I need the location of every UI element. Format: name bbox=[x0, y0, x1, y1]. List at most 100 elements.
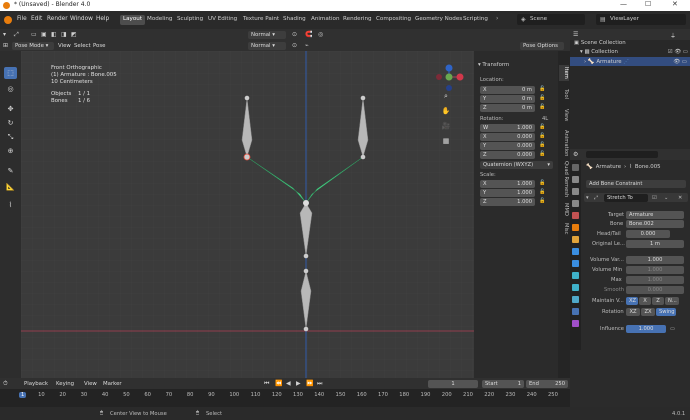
pose-options-dropdown[interactable]: Pose Options ▾ bbox=[520, 41, 564, 57]
maintain-xz-option[interactable]: XZ bbox=[626, 297, 638, 305]
tab-animation-side[interactable]: Animation bbox=[559, 128, 569, 158]
rotation-lock-4l[interactable]: 4L bbox=[542, 116, 548, 122]
object-props-icon[interactable] bbox=[572, 224, 579, 231]
menu-window[interactable]: Window bbox=[70, 16, 93, 22]
properties-search[interactable] bbox=[586, 151, 658, 158]
pivot-icon[interactable]: ⊙ bbox=[292, 31, 297, 38]
location-y-field[interactable]: Y 0 m bbox=[480, 95, 535, 103]
select-intersect-icon[interactable]: ◩ bbox=[71, 31, 77, 38]
pan-hand-icon[interactable]: ✋ bbox=[441, 106, 451, 116]
tab-shading[interactable]: Shading bbox=[280, 15, 309, 25]
tab-quad-remesh[interactable]: Quad Remesh bbox=[559, 159, 569, 199]
scale-y-field[interactable]: Y 1.000 bbox=[480, 189, 535, 197]
add-bone-constraint-button[interactable]: Add Bone Constraint bbox=[586, 180, 686, 188]
workspace-scroll-icon[interactable]: › bbox=[496, 15, 498, 22]
physics-props-icon[interactable] bbox=[572, 260, 579, 267]
viewlayer-selector[interactable]: ▤ ViewLayer bbox=[596, 14, 686, 25]
menu-view-left[interactable]: View bbox=[58, 43, 71, 49]
influence-disable-button[interactable]: ▭ bbox=[670, 326, 675, 332]
orientation-dropdown-2[interactable]: Normal ▾ bbox=[248, 41, 286, 50]
scale-tool-icon[interactable]: ⤡ bbox=[4, 131, 17, 143]
collapse-constraint-icon[interactable]: ▾ bbox=[586, 195, 589, 201]
scene-selector[interactable]: ◈ Scene bbox=[517, 14, 585, 25]
pivot-icon-2[interactable]: ⊙ bbox=[292, 42, 297, 49]
measure-tool-icon[interactable]: 📐 bbox=[4, 181, 17, 193]
scene-collection-row[interactable]: ▣ Scene Collection bbox=[574, 40, 626, 46]
tab-uv-editing[interactable]: UV Editing bbox=[205, 15, 240, 25]
timeline-editor-icon[interactable]: ⏱ bbox=[3, 380, 8, 388]
tab-layout[interactable]: Layout bbox=[120, 15, 146, 25]
jump-end-icon[interactable]: ⏭ bbox=[317, 380, 322, 388]
pose-tool-icon[interactable]: ⌇ bbox=[4, 199, 17, 211]
scene-props-icon[interactable] bbox=[572, 212, 579, 219]
constraint-name-field[interactable]: Stretch To bbox=[604, 193, 648, 202]
next-key-icon[interactable]: ⏩ bbox=[306, 380, 313, 387]
proportional-icon[interactable]: ◎ bbox=[318, 31, 323, 38]
tab-view[interactable]: View bbox=[559, 107, 569, 123]
lock-rot-w-icon[interactable]: 🔓 bbox=[539, 124, 545, 130]
target-field[interactable]: Armature bbox=[626, 211, 684, 219]
rotation-xz-option[interactable]: XZ bbox=[626, 308, 640, 316]
minimize-button[interactable]: — bbox=[620, 0, 627, 8]
lock-rot-x-icon[interactable]: 🔓 bbox=[539, 133, 545, 139]
constraints-props-icon[interactable] bbox=[572, 272, 579, 279]
tab-animation[interactable]: Animation bbox=[308, 15, 343, 25]
max-field[interactable]: 1.000 bbox=[626, 276, 684, 284]
smooth-field[interactable]: 0.000 bbox=[626, 286, 684, 294]
play-icon[interactable]: ▶ bbox=[296, 380, 301, 387]
lock-loc-z-icon[interactable]: 🔓 bbox=[539, 104, 545, 110]
menu-file[interactable]: File bbox=[17, 16, 27, 22]
bone-constraint-props-icon[interactable] bbox=[572, 308, 579, 315]
menu-edit[interactable]: Edit bbox=[31, 16, 42, 22]
editor-type-icon[interactable]: ▾ bbox=[3, 31, 6, 38]
transform-tool-icon[interactable]: ⊕ bbox=[4, 145, 17, 157]
rotation-swing-option[interactable]: Swing bbox=[656, 308, 676, 316]
snap-icon-2[interactable]: ⌁ bbox=[305, 42, 309, 49]
maximize-button[interactable]: ☐ bbox=[645, 0, 651, 8]
cursor-tool-icon[interactable]: ◎ bbox=[4, 83, 17, 95]
rotation-z-field[interactable]: Z 0.000 bbox=[480, 151, 535, 159]
blender-menu-icon[interactable] bbox=[4, 16, 12, 24]
tab-scripting[interactable]: Scripting bbox=[460, 15, 491, 25]
close-button[interactable]: ✕ bbox=[672, 0, 678, 8]
render-props-icon[interactable] bbox=[572, 176, 579, 183]
tool-props-icon[interactable] bbox=[572, 164, 579, 171]
rotate-tool-icon[interactable]: ↻ bbox=[4, 117, 17, 129]
select-extend-icon[interactable]: ▣ bbox=[41, 31, 47, 38]
menu-select-left[interactable]: Select bbox=[74, 43, 91, 49]
maintain-none-option[interactable]: N... bbox=[665, 297, 679, 305]
outliner-editor-icon[interactable]: ☰ bbox=[573, 31, 578, 38]
collection-row[interactable]: ▾ ▦ Collection ☑ 👁 ▭ bbox=[580, 49, 688, 55]
bone-field[interactable]: Bone.002 bbox=[626, 220, 684, 228]
tab-modeling[interactable]: Modeling bbox=[144, 15, 175, 25]
constraint-remove-icon[interactable]: ✕ bbox=[678, 195, 682, 201]
rotation-w-field[interactable]: W 1.000 bbox=[480, 124, 535, 132]
prev-key-icon[interactable]: ⏪ bbox=[275, 380, 282, 387]
constraint-enable-icon[interactable]: ☑ bbox=[652, 195, 657, 201]
maintain-z-option[interactable]: Z bbox=[652, 297, 664, 305]
lock-scale-y-icon[interactable]: 🔓 bbox=[539, 189, 545, 195]
select-tool-icon[interactable]: ⬚ bbox=[4, 67, 17, 79]
rotation-zx-option[interactable]: ZX bbox=[641, 308, 655, 316]
tab-rendering[interactable]: Rendering bbox=[340, 15, 375, 25]
orientation-dropdown[interactable]: Normal ▾ bbox=[248, 30, 286, 39]
location-x-field[interactable]: X 0 m bbox=[480, 86, 535, 94]
location-z-field[interactable]: Z 0 m bbox=[480, 104, 535, 112]
rotation-y-field[interactable]: Y 0.000 bbox=[480, 142, 535, 150]
particles-props-icon[interactable] bbox=[572, 248, 579, 255]
jump-start-icon[interactable]: ⏮ bbox=[264, 380, 269, 388]
menu-keying[interactable]: Keying bbox=[56, 381, 74, 387]
filter-icon[interactable]: ⏚ bbox=[670, 31, 676, 40]
tab-texture-paint[interactable]: Texture Paint bbox=[240, 15, 282, 25]
rotation-mode-dropdown[interactable]: Quaternion (WXYZ) ▾ bbox=[480, 161, 553, 169]
move-tool-icon[interactable]: ✥ bbox=[4, 103, 17, 115]
view-layer-props-icon[interactable] bbox=[572, 200, 579, 207]
3d-viewport[interactable]: Front Orthographic (1) Armature : Bone.0… bbox=[21, 51, 474, 378]
tab-compositing[interactable]: Compositing bbox=[373, 15, 414, 25]
current-frame-field[interactable]: 1 bbox=[428, 379, 478, 388]
original-length-field[interactable]: 1 m bbox=[626, 240, 684, 248]
menu-marker[interactable]: Marker bbox=[103, 381, 122, 387]
menu-view-timeline[interactable]: View bbox=[84, 381, 97, 387]
timeline-ruler[interactable]: 1 10 20 30 40 50 60 70 80 90 100 110 120 130 140 150 160… bbox=[0, 389, 570, 407]
snap-icon[interactable]: 🧲 bbox=[305, 31, 312, 38]
